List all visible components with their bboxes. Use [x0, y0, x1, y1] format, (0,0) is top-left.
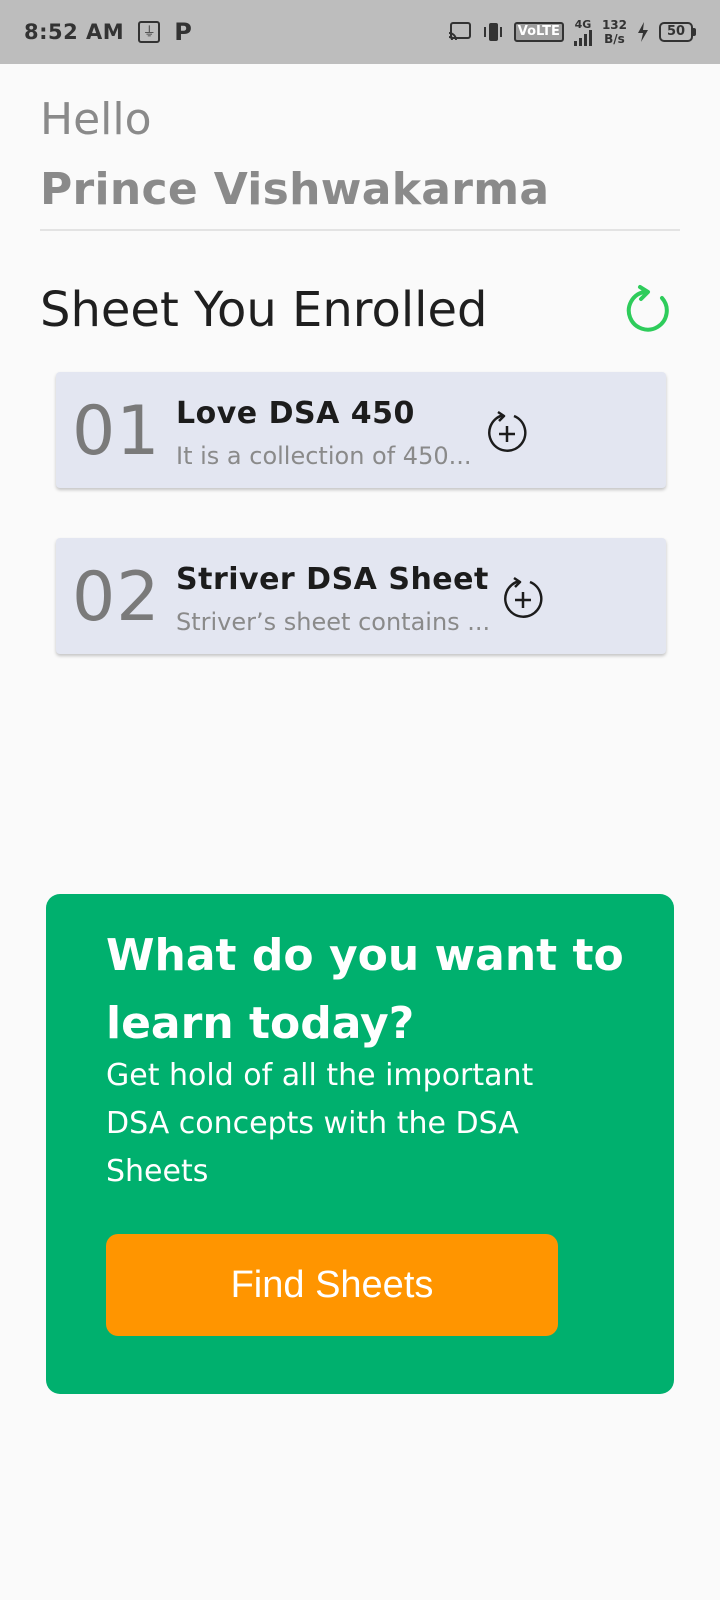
refresh-icon[interactable]	[622, 284, 674, 336]
p-notification-icon: P	[174, 18, 192, 46]
sheet-description: It is a collection of 450...	[176, 442, 472, 470]
promo-card: What do you want to learn today? Get hol…	[46, 894, 674, 1394]
battery-icon: 50	[659, 22, 696, 42]
network-indicator: 4G	[573, 17, 592, 46]
charging-icon	[637, 22, 649, 42]
cast-icon	[448, 22, 472, 42]
vibrate-icon	[482, 21, 504, 43]
sheet-number: 02	[72, 558, 161, 637]
battery-tip	[693, 28, 696, 36]
volte-badge: VoLTE	[513, 22, 564, 42]
sheet-number: 01	[72, 392, 161, 471]
sheet-title: Love DSA 450	[176, 396, 415, 431]
net-speed-value: 132	[601, 18, 627, 32]
sheet-card[interactable]: 02 Striver DSA Sheet Striver’s sheet con…	[56, 538, 666, 654]
net-speed-unit: B/s	[604, 32, 625, 46]
sheet-progress-icon[interactable]	[484, 410, 530, 456]
sheet-progress-icon[interactable]	[500, 576, 546, 622]
divider	[40, 229, 680, 231]
sheet-card[interactable]: 01 Love DSA 450 It is a collection of 45…	[56, 372, 666, 488]
status-left: 8:52 AM ⏚ P	[24, 18, 192, 46]
net-speed: 132 B/s	[602, 18, 627, 46]
promo-title: What do you want to learn today?	[106, 930, 624, 1049]
usb-debug-icon: ⏚	[138, 21, 161, 43]
signal-icon	[573, 29, 592, 46]
section-title: Sheet You Enrolled	[40, 282, 488, 338]
find-sheets-button[interactable]: Find Sheets	[106, 1234, 558, 1336]
battery-level: 50	[659, 22, 693, 42]
status-bar: 8:52 AM ⏚ P VoLTE 4G 132 B/s 50	[0, 0, 720, 64]
network-type: 4G	[574, 17, 592, 31]
sheet-description: Striver’s sheet contains ...	[176, 608, 491, 636]
status-time: 8:52 AM	[24, 20, 125, 44]
sheet-title: Striver DSA Sheet	[176, 562, 489, 597]
greeting-hello: Hello	[40, 94, 152, 145]
promo-description: Get hold of all the important DSA concep…	[106, 1058, 534, 1189]
status-right: VoLTE 4G 132 B/s 50	[448, 18, 696, 46]
user-name: Prince Vishwakarma	[40, 164, 550, 215]
